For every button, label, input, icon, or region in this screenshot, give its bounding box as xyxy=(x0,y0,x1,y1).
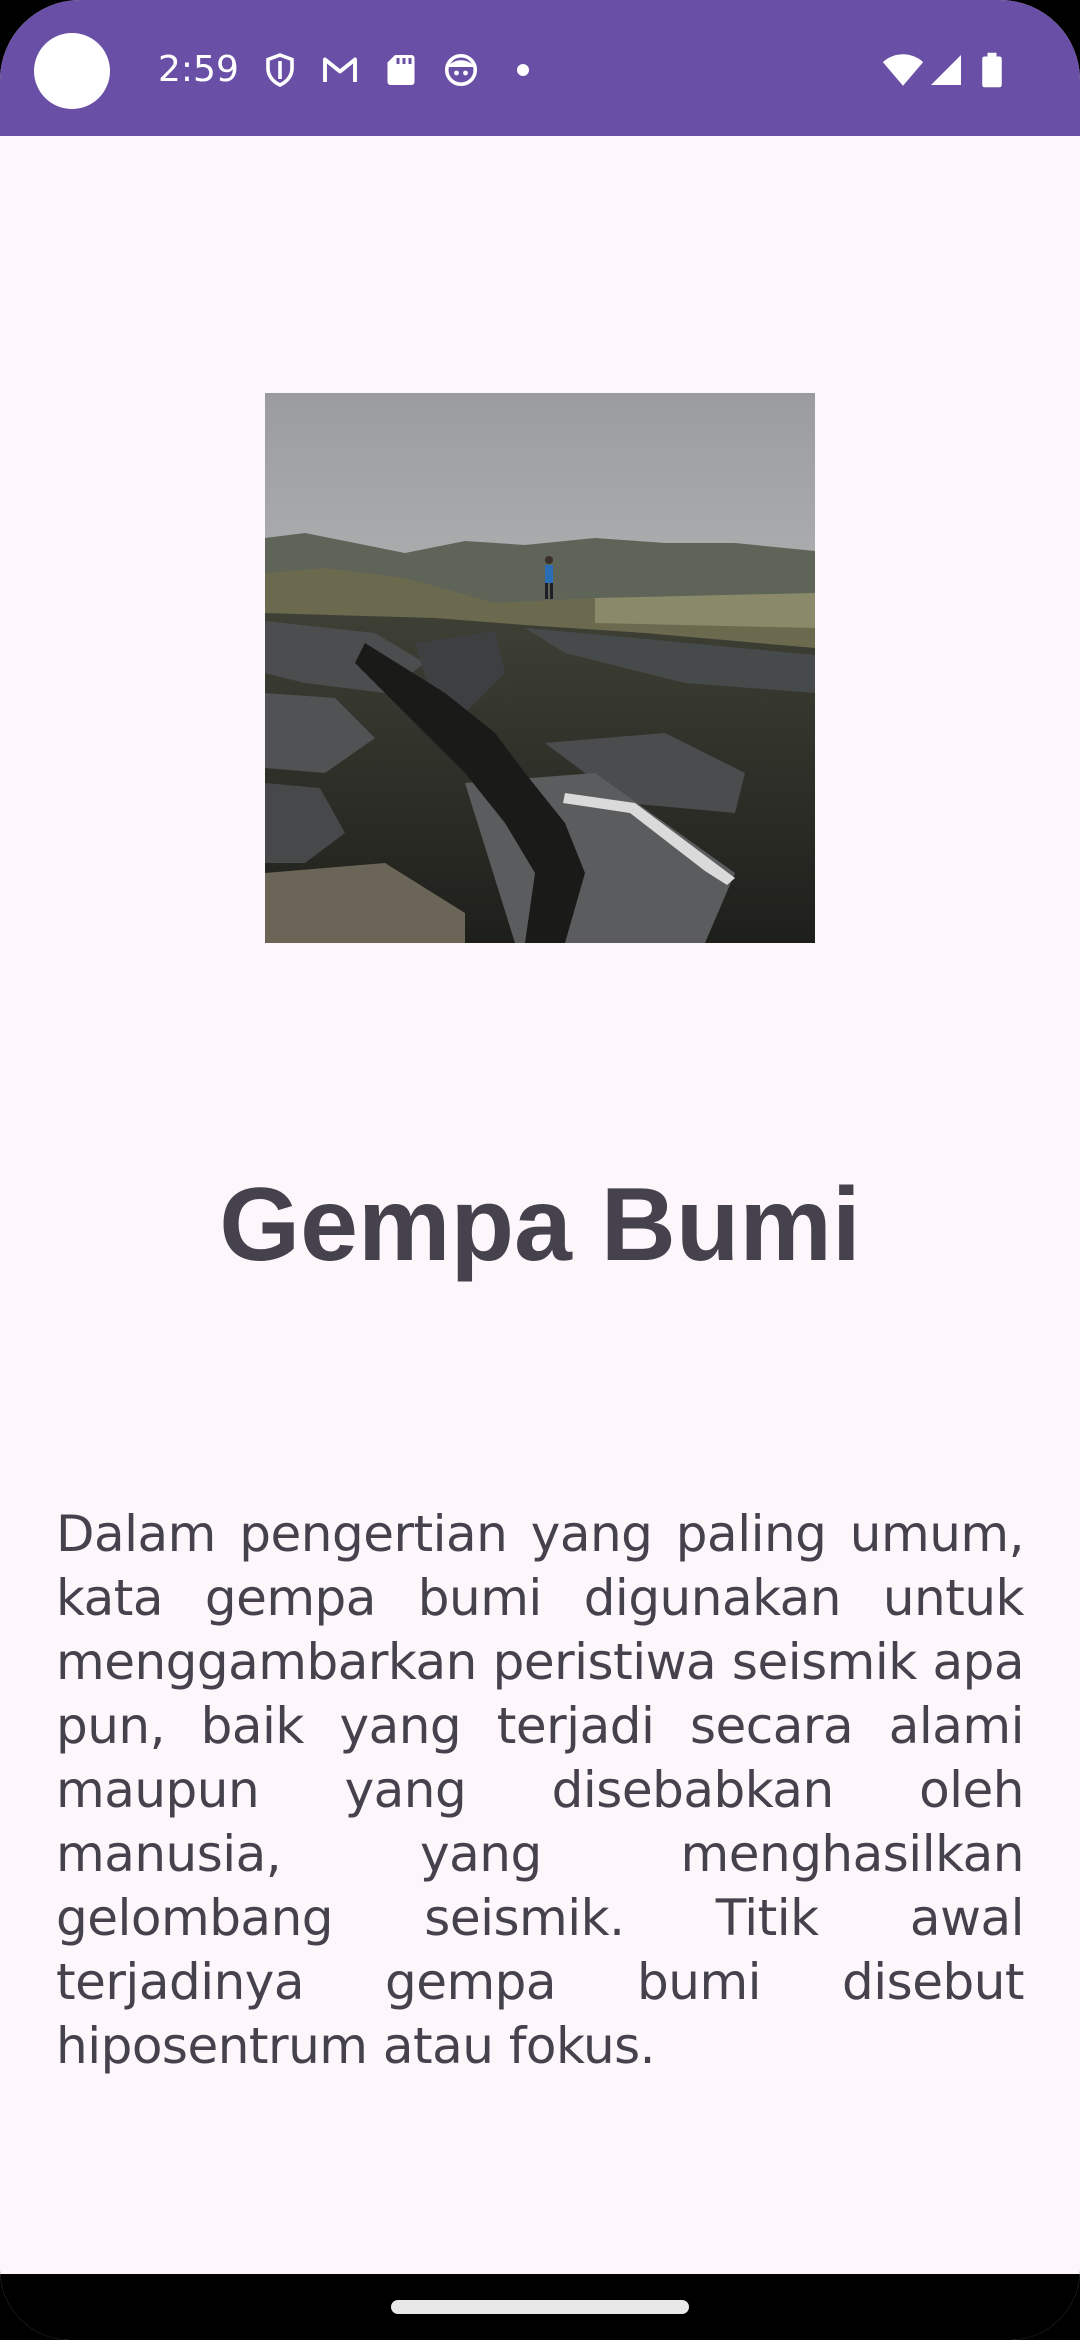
sd-card-icon xyxy=(383,52,419,88)
face-icon xyxy=(443,52,479,88)
notification-dot-icon xyxy=(517,64,529,76)
earthquake-image xyxy=(265,393,815,943)
gmail-icon xyxy=(320,52,360,88)
status-time: 2:59 xyxy=(158,49,239,90)
vpn-shield-icon xyxy=(262,52,298,88)
app-screen: 2:59 Gempa Bumi Dalam pengertian yang pa… xyxy=(0,0,1080,2340)
description-text: Dalam pengertian yang paling umum, kata … xyxy=(56,1505,1025,2075)
battery-icon xyxy=(980,52,1004,88)
home-gesture-handle[interactable] xyxy=(391,2300,689,2314)
status-bar: 2:59 xyxy=(0,0,1080,136)
camera-cutout xyxy=(34,33,110,109)
page-title: Gempa Bumi xyxy=(219,1167,861,1283)
cellular-signal-icon xyxy=(928,52,964,88)
device-frame: 2:59 Gempa Bumi Dalam pengertian yang pa… xyxy=(0,0,1080,2340)
wifi-icon xyxy=(882,52,924,88)
